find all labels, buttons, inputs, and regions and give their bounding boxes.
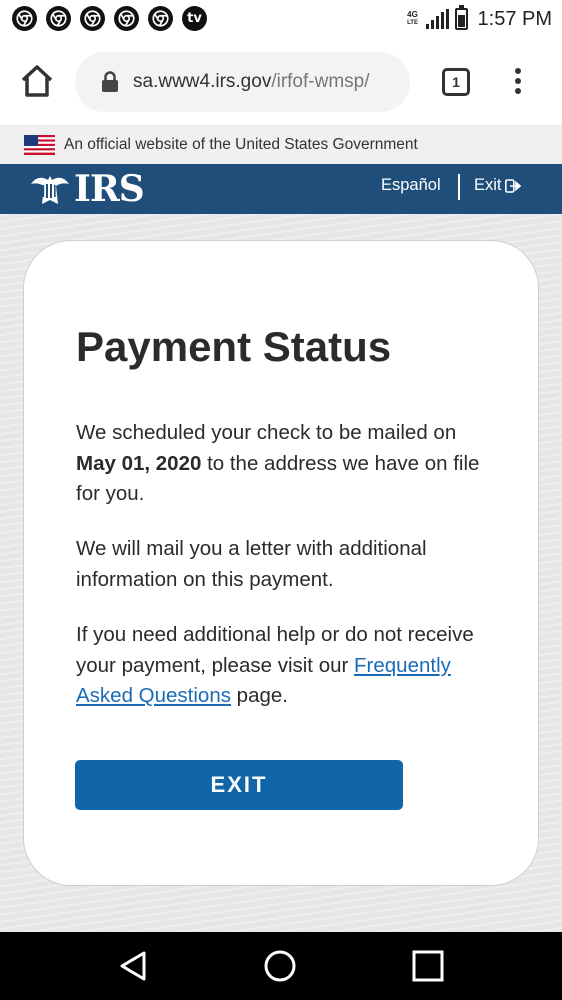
schedule-paragraph: We scheduled your check to be mailed on … [76,418,496,510]
browser-home-button[interactable] [18,62,56,100]
chrome-icon [46,6,71,31]
irs-logo[interactable]: IRS [28,168,145,210]
url-path: /irfof-wmsp/ [271,71,370,92]
chrome-icon [12,6,37,31]
lock-icon [102,71,118,92]
chrome-icon [114,6,139,31]
battery-icon [454,5,468,30]
exit-button[interactable]: EXIT [75,760,403,810]
android-nav-bar [0,932,562,1000]
page-title: Payment Status [76,323,392,370]
back-icon[interactable] [116,949,150,983]
network-type-label: 4G LTE [406,11,420,27]
header-exit-label: Exit [474,176,502,194]
home-icon [21,65,53,97]
signal-strength-icon [425,9,449,29]
clock: 1:57 PM [477,7,552,30]
help-text-end: page. [230,684,288,707]
us-flag-icon [24,135,55,155]
chrome-icon [148,6,173,31]
main-content: Payment Status We scheduled your check t… [0,214,562,932]
header-divider [458,174,460,200]
home-nav-icon[interactable] [263,949,297,983]
letter-paragraph: We will mail you a letter with additiona… [76,537,427,591]
irs-eagle-icon [31,176,69,204]
browser-menu-button[interactable] [508,66,528,96]
system-icons: 4G LTE 1:57 PM [406,5,552,33]
gov-banner: An official website of the United States… [0,126,562,164]
espanol-link[interactable]: Español [381,176,441,195]
notification-icons: tv [12,6,207,31]
header-exit-link[interactable]: Exit [474,176,521,195]
schedule-text: We scheduled your check to be mailed on [76,421,457,444]
address-bar[interactable]: sa.www4.irs.gov/irfof-wmsp/ [75,52,410,112]
url-host: sa.www4.irs.gov [133,71,272,92]
payment-status-card: Payment Status We scheduled your check t… [23,240,539,886]
irs-wordmark: IRS [74,168,145,210]
network-lte-label: LTE [407,20,418,26]
url-text: sa.www4.irs.gov/irfof-wmsp/ [133,71,370,93]
exit-arrow-icon [504,178,521,193]
status-bar: tv 4G LTE 1:57 PM [0,0,562,40]
irs-header: IRS Español Exit [0,164,562,214]
tab-switcher-button[interactable]: 1 [442,68,470,96]
menu-dot-icon [515,78,521,84]
gov-banner-text: An official website of the United States… [64,136,418,153]
menu-dot-icon [515,88,521,94]
menu-dot-icon [515,68,521,74]
network-4g-label: 4G [407,10,418,19]
tv-app-icon: tv [182,6,207,31]
help-paragraph: If you need additional help or do not re… [76,620,496,712]
recent-apps-icon[interactable] [412,950,444,982]
chrome-icon [80,6,105,31]
mail-date: May 01, 2020 [76,451,202,475]
browser-toolbar: sa.www4.irs.gov/irfof-wmsp/ 1 [0,40,562,126]
